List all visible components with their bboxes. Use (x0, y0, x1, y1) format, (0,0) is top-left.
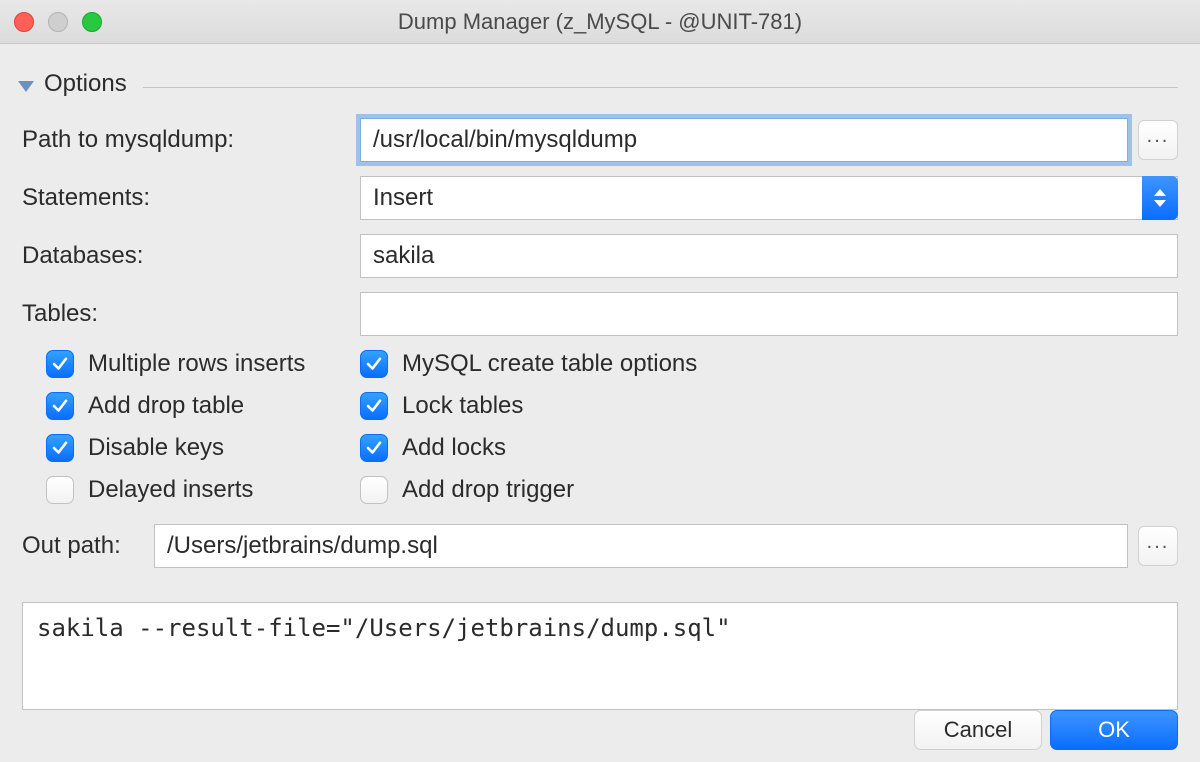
checkbox-multiple-rows-inserts[interactable]: Multiple rows inserts (46, 350, 360, 378)
window-titlebar: Dump Manager (z_MySQL - @UNIT-781) (0, 0, 1200, 44)
maximize-icon[interactable] (82, 12, 102, 32)
checkbox-label: Delayed inserts (88, 476, 253, 504)
checkbox-label: Multiple rows inserts (88, 350, 305, 378)
browse-mysqldump-button[interactable]: ... (1138, 120, 1178, 160)
checkbox-label: Add locks (402, 434, 506, 462)
checkbox-add-drop-table[interactable]: Add drop table (46, 392, 360, 420)
checkbox-label: MySQL create table options (402, 350, 697, 378)
statements-select[interactable]: Insert (360, 176, 1178, 220)
checkbox-icon[interactable] (46, 434, 74, 462)
out-path-label: Out path: (22, 532, 154, 560)
window-title: Dump Manager (z_MySQL - @UNIT-781) (398, 9, 802, 35)
select-stepper-icon[interactable] (1142, 176, 1178, 220)
checkbox-label: Add drop table (88, 392, 244, 420)
tables-input[interactable] (360, 292, 1178, 336)
checkbox-mysql-create-table-options[interactable]: MySQL create table options (360, 350, 1178, 378)
close-icon[interactable] (14, 12, 34, 32)
checkbox-label: Disable keys (88, 434, 224, 462)
checkbox-icon[interactable] (360, 350, 388, 378)
cancel-button[interactable]: Cancel (914, 710, 1042, 750)
statements-select-value[interactable]: Insert (360, 176, 1178, 220)
section-title: Options (44, 70, 127, 98)
databases-input[interactable] (360, 234, 1178, 278)
section-header-options[interactable]: Options (18, 70, 1178, 98)
checkbox-icon[interactable] (46, 350, 74, 378)
command-preview[interactable] (22, 602, 1178, 710)
browse-out-path-button[interactable]: ... (1138, 526, 1178, 566)
traffic-lights (14, 12, 102, 32)
checkbox-disable-keys[interactable]: Disable keys (46, 434, 360, 462)
checkbox-delayed-inserts[interactable]: Delayed inserts (46, 476, 360, 504)
checkbox-add-locks[interactable]: Add locks (360, 434, 1178, 462)
path-to-mysqldump-label: Path to mysqldump: (22, 126, 360, 154)
section-divider (143, 87, 1178, 88)
dialog-footer: Cancel OK (914, 710, 1178, 750)
path-to-mysqldump-input[interactable] (360, 118, 1128, 162)
checkbox-icon[interactable] (360, 392, 388, 420)
minimize-icon (48, 12, 68, 32)
checkbox-add-drop-trigger[interactable]: Add drop trigger (360, 476, 1178, 504)
checkbox-lock-tables[interactable]: Lock tables (360, 392, 1178, 420)
checkbox-label: Lock tables (402, 392, 523, 420)
tables-label: Tables: (22, 300, 360, 328)
checkbox-label: Add drop trigger (402, 476, 574, 504)
checkbox-icon[interactable] (46, 476, 74, 504)
ok-button[interactable]: OK (1050, 710, 1178, 750)
checkbox-icon[interactable] (360, 434, 388, 462)
databases-label: Databases: (22, 242, 360, 270)
statements-label: Statements: (22, 184, 360, 212)
out-path-input[interactable] (154, 524, 1128, 568)
options-checkbox-grid: Multiple rows inserts Add drop table Disab… (22, 350, 1178, 504)
checkbox-icon[interactable] (46, 392, 74, 420)
disclosure-triangle-icon[interactable] (18, 81, 34, 92)
checkbox-icon[interactable] (360, 476, 388, 504)
